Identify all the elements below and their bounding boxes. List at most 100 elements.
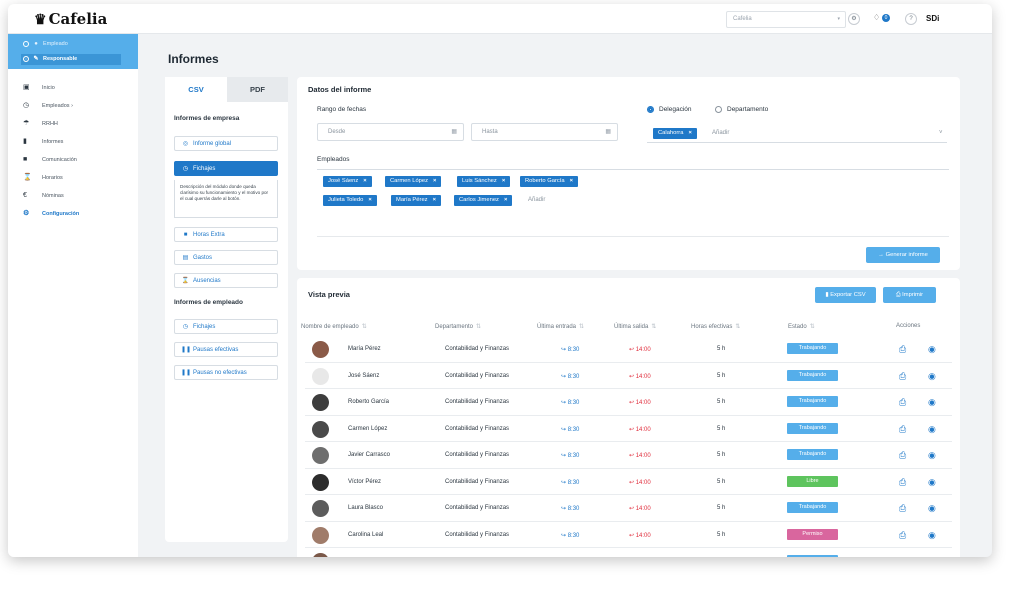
printer-icon[interactable]: ⎙ <box>899 424 906 434</box>
report-ausencias[interactable]: ⌛ Ausencias <box>174 273 278 288</box>
sidebar-item-empleados[interactable]: ◷ Empleados › <box>8 97 138 115</box>
settings-icon[interactable]: ⚙ <box>848 13 860 25</box>
sidebar-item-comunicacion[interactable]: ■ Comunicación <box>8 151 138 169</box>
user-menu[interactable]: SDi <box>926 14 939 23</box>
avatar <box>312 553 329 557</box>
role-responsable[interactable]: ✎ Responsable <box>21 54 121 65</box>
top-bar: ♛ Cafelia Cafelia ▾ ⚙ ♢ 0 ? SDi <box>8 4 992 34</box>
eye-icon[interactable]: ◉ <box>928 424 936 434</box>
eye-icon[interactable]: ◉ <box>928 344 936 354</box>
employee-chip[interactable]: Luis Sánchez × <box>457 176 511 187</box>
employee-name: María Pérez <box>348 346 381 352</box>
employee-chip[interactable]: José Sáenz × <box>323 176 372 187</box>
close-icon[interactable]: × <box>433 197 436 203</box>
eye-icon[interactable]: ◉ <box>928 397 936 407</box>
report-fichajes[interactable]: ◷ Fichajes <box>174 161 278 176</box>
printer-icon[interactable]: ⎙ <box>899 477 906 487</box>
print-button[interactable]: ⎙ Imprimir <box>883 287 936 303</box>
sidebar-item-nominas[interactable]: € Nóminas <box>8 187 138 205</box>
eye-icon[interactable]: ◉ <box>928 450 936 460</box>
chip-label: Roberto García <box>525 178 565 184</box>
sidebar-item-informes[interactable]: ▮ Informes <box>8 133 138 151</box>
table-row[interactable]: Laura Blasco Contabilidad y Finanzas ↪ 8:3… <box>305 495 952 522</box>
eye-icon[interactable]: ◉ <box>928 477 936 487</box>
table-row[interactable]: José Sáenz Contabilidad y Finanzas ↪ 8:30 ↩… <box>305 363 952 389</box>
col-header-last-in[interactable]: Última entrada ⇅ <box>537 323 584 330</box>
printer-icon[interactable]: ⎙ <box>899 450 906 460</box>
tab-csv[interactable]: CSV <box>165 77 227 102</box>
table-row[interactable]: Carolina Leal Contabilidad y Finanzas ↪ 8:… <box>305 522 952 548</box>
tab-pdf[interactable]: PDF <box>227 77 288 102</box>
export-csv-button[interactable]: ▮ Exportar CSV <box>815 287 876 303</box>
table-row[interactable]: Roberto García Contabilidad y Finanzas ↪ 8… <box>305 389 952 416</box>
close-icon[interactable]: × <box>688 130 691 136</box>
table-row[interactable]: Javier Carrasco Contabilidad y Finanzas ↪ … <box>305 442 952 469</box>
close-icon[interactable]: × <box>433 178 436 184</box>
login-icon: ↪ <box>561 400 567 406</box>
report-pausas-efectivas[interactable]: ❚❚ Pausas efectivas <box>174 342 278 357</box>
header-label: Última entrada <box>537 324 577 330</box>
table-row[interactable]: Carmen López Contabilidad y Finanzas ↪ 8:3… <box>305 416 952 442</box>
eye-icon[interactable]: ◉ <box>928 530 936 540</box>
company-select[interactable]: Cafelia ▾ <box>726 11 846 28</box>
sidebar-item-inicio[interactable]: ▣ Inicio <box>8 79 138 97</box>
eye-icon[interactable]: ◉ <box>928 503 936 513</box>
date-to-input[interactable]: Hasta ▦ <box>471 123 618 141</box>
employee-chip[interactable]: María Pérez × <box>391 195 441 206</box>
calendar-icon: ▦ <box>451 129 457 135</box>
report-informe-global[interactable]: ◎ Informe global <box>174 136 278 151</box>
sidebar-item-horarios[interactable]: ⌛ Horarios <box>8 169 138 187</box>
close-icon[interactable]: × <box>502 178 505 184</box>
employee-chip[interactable]: Roberto García × <box>520 176 579 187</box>
table-row[interactable]: Víctor Pérez Contabilidad y Finanzas ↪ 8:3… <box>305 469 952 495</box>
report-pausas-no-efectivas[interactable]: ❚❚ Pausas no efectivas <box>174 365 278 380</box>
login-icon: ↪ <box>561 532 567 539</box>
report-emp-fichajes[interactable]: ◷ Fichajes <box>174 319 278 334</box>
delegation-chip[interactable]: Calahorra × <box>653 128 697 139</box>
last-in: ↪ 8:30 <box>561 399 579 406</box>
employee-chip[interactable]: Carlos Jimenez × <box>454 195 513 206</box>
eye-icon[interactable]: ◉ <box>928 371 936 381</box>
employees-select[interactable]: José Sáenz × Carmen López × Luis Sánchez × … <box>317 169 949 237</box>
report-gastos[interactable]: ▤ Gastos <box>174 250 278 265</box>
col-header-status[interactable]: Estado ⇅ <box>788 323 815 330</box>
printer-icon[interactable]: ⎙ <box>899 397 906 407</box>
close-icon[interactable]: × <box>363 178 366 184</box>
clock-icon: ◷ <box>182 166 189 172</box>
col-header-name[interactable]: Nombre de empleado ⇅ <box>301 323 367 330</box>
close-icon[interactable]: × <box>570 178 573 184</box>
employee-chip[interactable]: Julieta Toledo × <box>323 195 377 206</box>
eye-icon[interactable]: ◉ <box>928 556 936 557</box>
generate-report-button[interactable]: → Generar informe <box>866 247 940 263</box>
printer-icon[interactable]: ⎙ <box>899 530 906 540</box>
col-header-department[interactable]: Departamento ⇅ <box>435 323 481 330</box>
date-from-input[interactable]: Desde ▦ <box>317 123 464 141</box>
status-badge: Trabajando <box>787 343 838 354</box>
help-icon[interactable]: ? <box>905 13 917 25</box>
close-icon[interactable]: × <box>368 197 371 203</box>
employee-chip[interactable]: Carmen López × <box>385 176 442 187</box>
table-row[interactable]: ↪ 8:30↩ 14:005 hTrabajando⎙◉ <box>305 548 952 557</box>
radio-delegacion[interactable]: Delegación <box>647 106 692 113</box>
printer-icon[interactable]: ⎙ <box>899 503 906 513</box>
printer-icon[interactable]: ⎙ <box>899 344 906 354</box>
login-icon: ↪ <box>561 479 567 486</box>
report-horas-extra[interactable]: ■ Horas Extra <box>174 227 278 242</box>
radio-icon <box>23 40 29 47</box>
role-empleado[interactable]: ● Empleado <box>21 39 68 50</box>
pause-icon: ❚❚ <box>181 347 192 353</box>
last-out: ↩ 14:00 <box>629 373 651 380</box>
close-icon[interactable]: × <box>504 197 507 203</box>
sidebar-item-configuracion[interactable]: ⚙ Configuración <box>8 205 138 223</box>
table-row[interactable]: María Pérez Contabilidad y Finanzas ↪ 8:30… <box>305 336 952 363</box>
bell-icon[interactable]: ♢ <box>873 13 880 22</box>
last-out: ↩ 14:00 <box>629 532 651 539</box>
col-header-last-out[interactable]: Última salida ⇅ <box>614 323 656 330</box>
printer-icon[interactable]: ⎙ <box>899 371 906 381</box>
printer-icon[interactable]: ⎙ <box>899 556 906 557</box>
sidebar-item-rrhh[interactable]: ☂ RRHH <box>8 115 138 133</box>
col-header-hours[interactable]: Horas efectivas ⇅ <box>691 323 740 330</box>
last-out: ↩ 14:00 <box>629 452 651 459</box>
radio-departamento[interactable]: Departamento <box>715 106 768 113</box>
delegation-select[interactable]: Calahorra × Añadir ˅ <box>647 125 947 143</box>
